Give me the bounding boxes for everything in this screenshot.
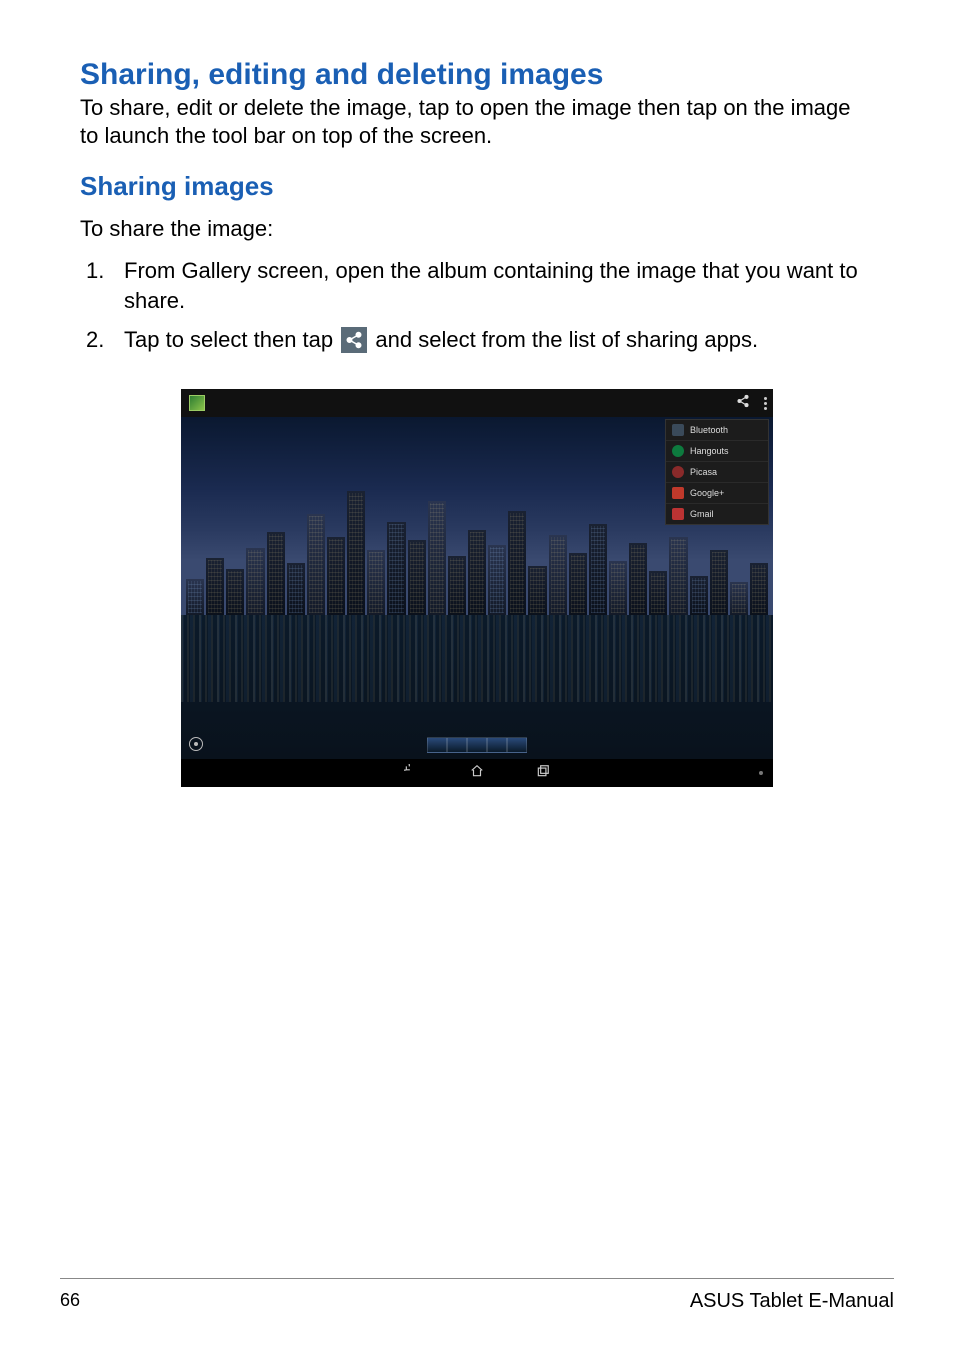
step-1: 1. From Gallery screen, open the album c… [86,256,874,315]
share-option-label: Bluetooth [690,425,728,435]
steps-list: 1. From Gallery screen, open the album c… [80,256,874,355]
nav-right-dot [759,771,763,775]
recents-icon[interactable] [536,764,550,783]
screenshot-topbar [181,389,773,417]
share-option-label: Hangouts [690,446,729,456]
step-number: 2. [86,325,124,355]
overflow-menu-icon[interactable] [764,397,767,410]
share-option-gmail[interactable]: Gmail [666,504,768,524]
gallery-app-icon[interactable] [189,395,205,411]
step-text: Tap to select then tap and select from t… [124,325,874,355]
share-option-hangouts[interactable]: Hangouts [666,441,768,462]
share-icon[interactable] [736,394,750,413]
heading-main: Sharing, editing and deleting images [80,58,874,92]
step-text: From Gallery screen, open the album cont… [124,256,874,315]
share-option-bluetooth[interactable]: Bluetooth [666,420,768,441]
step-text-after: and select from the list of sharing apps… [375,327,758,352]
hangouts-icon [672,445,684,457]
share-option-label: Gmail [690,509,714,519]
share-icon [341,327,367,353]
share-menu-panel: Bluetooth Hangouts Picasa Google+ Gmail [665,419,769,525]
screenshot-body: Bluetooth Hangouts Picasa Google+ Gmail [181,417,773,759]
camera-icon[interactable] [189,737,203,751]
step-text-before: Tap to select then tap [124,327,339,352]
step-number: 1. [86,256,124,315]
thumbnail-strip[interactable] [427,737,527,753]
share-option-googleplus[interactable]: Google+ [666,483,768,504]
gallery-screenshot: Bluetooth Hangouts Picasa Google+ Gmail [181,389,773,787]
back-icon[interactable] [404,764,418,783]
manual-title: ASUS Tablet E-Manual [690,1290,894,1313]
screenshot-navbar [181,759,773,787]
share-option-label: Picasa [690,467,717,477]
page-number: 66 [60,1290,80,1311]
picasa-icon [672,466,684,478]
step-2: 2. Tap to select then tap and select fro… [86,325,874,355]
share-option-label: Google+ [690,488,724,498]
intro-paragraph: To share, edit or delete the image, tap … [80,94,874,149]
gmail-icon [672,508,684,520]
googleplus-icon [672,487,684,499]
share-intro: To share the image: [80,216,874,242]
share-option-picasa[interactable]: Picasa [666,462,768,483]
home-icon[interactable] [470,764,484,783]
footer-divider [60,1278,894,1279]
bluetooth-icon [672,424,684,436]
heading-sharing: Sharing images [80,171,874,202]
